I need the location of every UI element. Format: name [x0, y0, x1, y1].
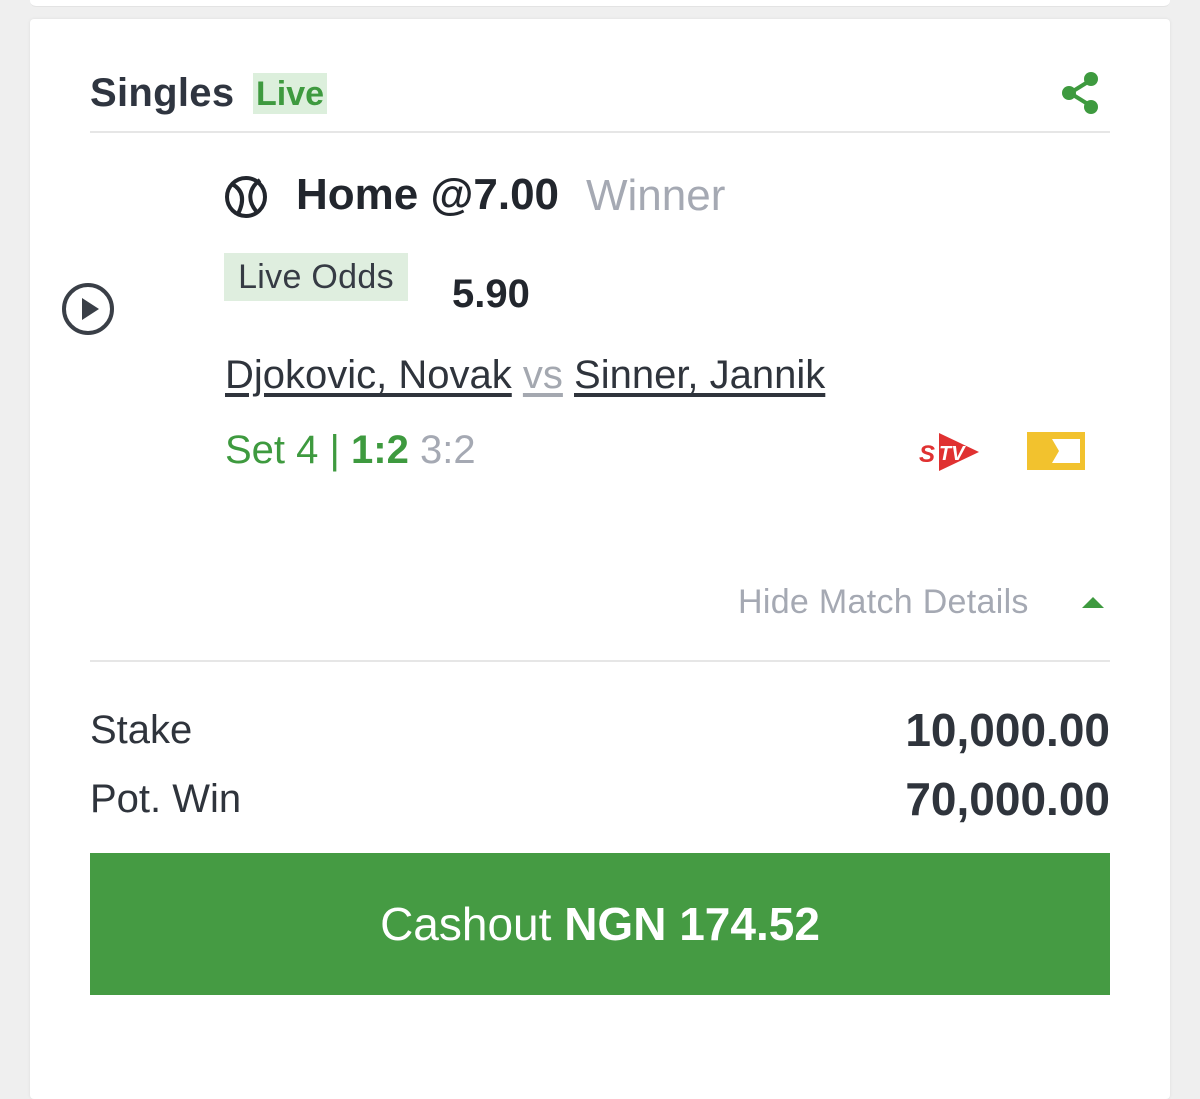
- match-teams-link[interactable]: Djokovic, Novak vs Sinner, Jannik: [225, 353, 825, 398]
- play-icon[interactable]: [60, 281, 116, 337]
- previous-card-edge: [30, 0, 1170, 7]
- stv-icon[interactable]: S TV: [917, 429, 981, 475]
- game-score: 3:2: [419, 428, 476, 472]
- team-away[interactable]: Sinner, Jannik: [574, 353, 825, 397]
- cashout-label: Cashout: [380, 898, 552, 950]
- stake-value: 10,000.00: [905, 704, 1110, 756]
- stake-label: Stake: [90, 708, 193, 752]
- set-score: 1:2: [351, 428, 409, 472]
- pot-win-label: Pot. Win: [90, 777, 242, 821]
- hide-match-details-link[interactable]: Hide Match Details: [738, 583, 1029, 622]
- live-badge: Live: [253, 73, 328, 114]
- set-label: Set 4 |: [225, 428, 352, 472]
- ticket-icon[interactable]: [1026, 431, 1086, 471]
- cashout-button[interactable]: Cashout NGN 174.52: [90, 853, 1110, 995]
- bet-header: Singles Live: [90, 49, 1110, 133]
- bet-type-title: Singles: [90, 71, 235, 115]
- live-odds-badge: Live Odds: [224, 253, 408, 301]
- svg-text:S: S: [919, 441, 935, 468]
- team-home[interactable]: Djokovic, Novak: [225, 353, 512, 397]
- live-odds-value: 5.90: [452, 272, 530, 316]
- market-label: Winner: [586, 171, 726, 220]
- pot-win-value: 70,000.00: [905, 773, 1110, 825]
- bet-card: Singles Live Home @7.00 Winner Live Odds…: [30, 19, 1170, 1099]
- selection-label: Home @7.00: [296, 170, 560, 219]
- svg-text:TV: TV: [939, 443, 966, 465]
- live-score: Set 4 | 1:2 3:2: [225, 428, 476, 473]
- chevron-up-icon[interactable]: [1080, 594, 1106, 610]
- cashout-amount: NGN 174.52: [564, 898, 820, 950]
- tennis-ball-icon: [225, 176, 267, 218]
- versus-label: vs: [522, 353, 563, 397]
- share-icon[interactable]: [1058, 69, 1102, 117]
- section-divider: [90, 660, 1110, 662]
